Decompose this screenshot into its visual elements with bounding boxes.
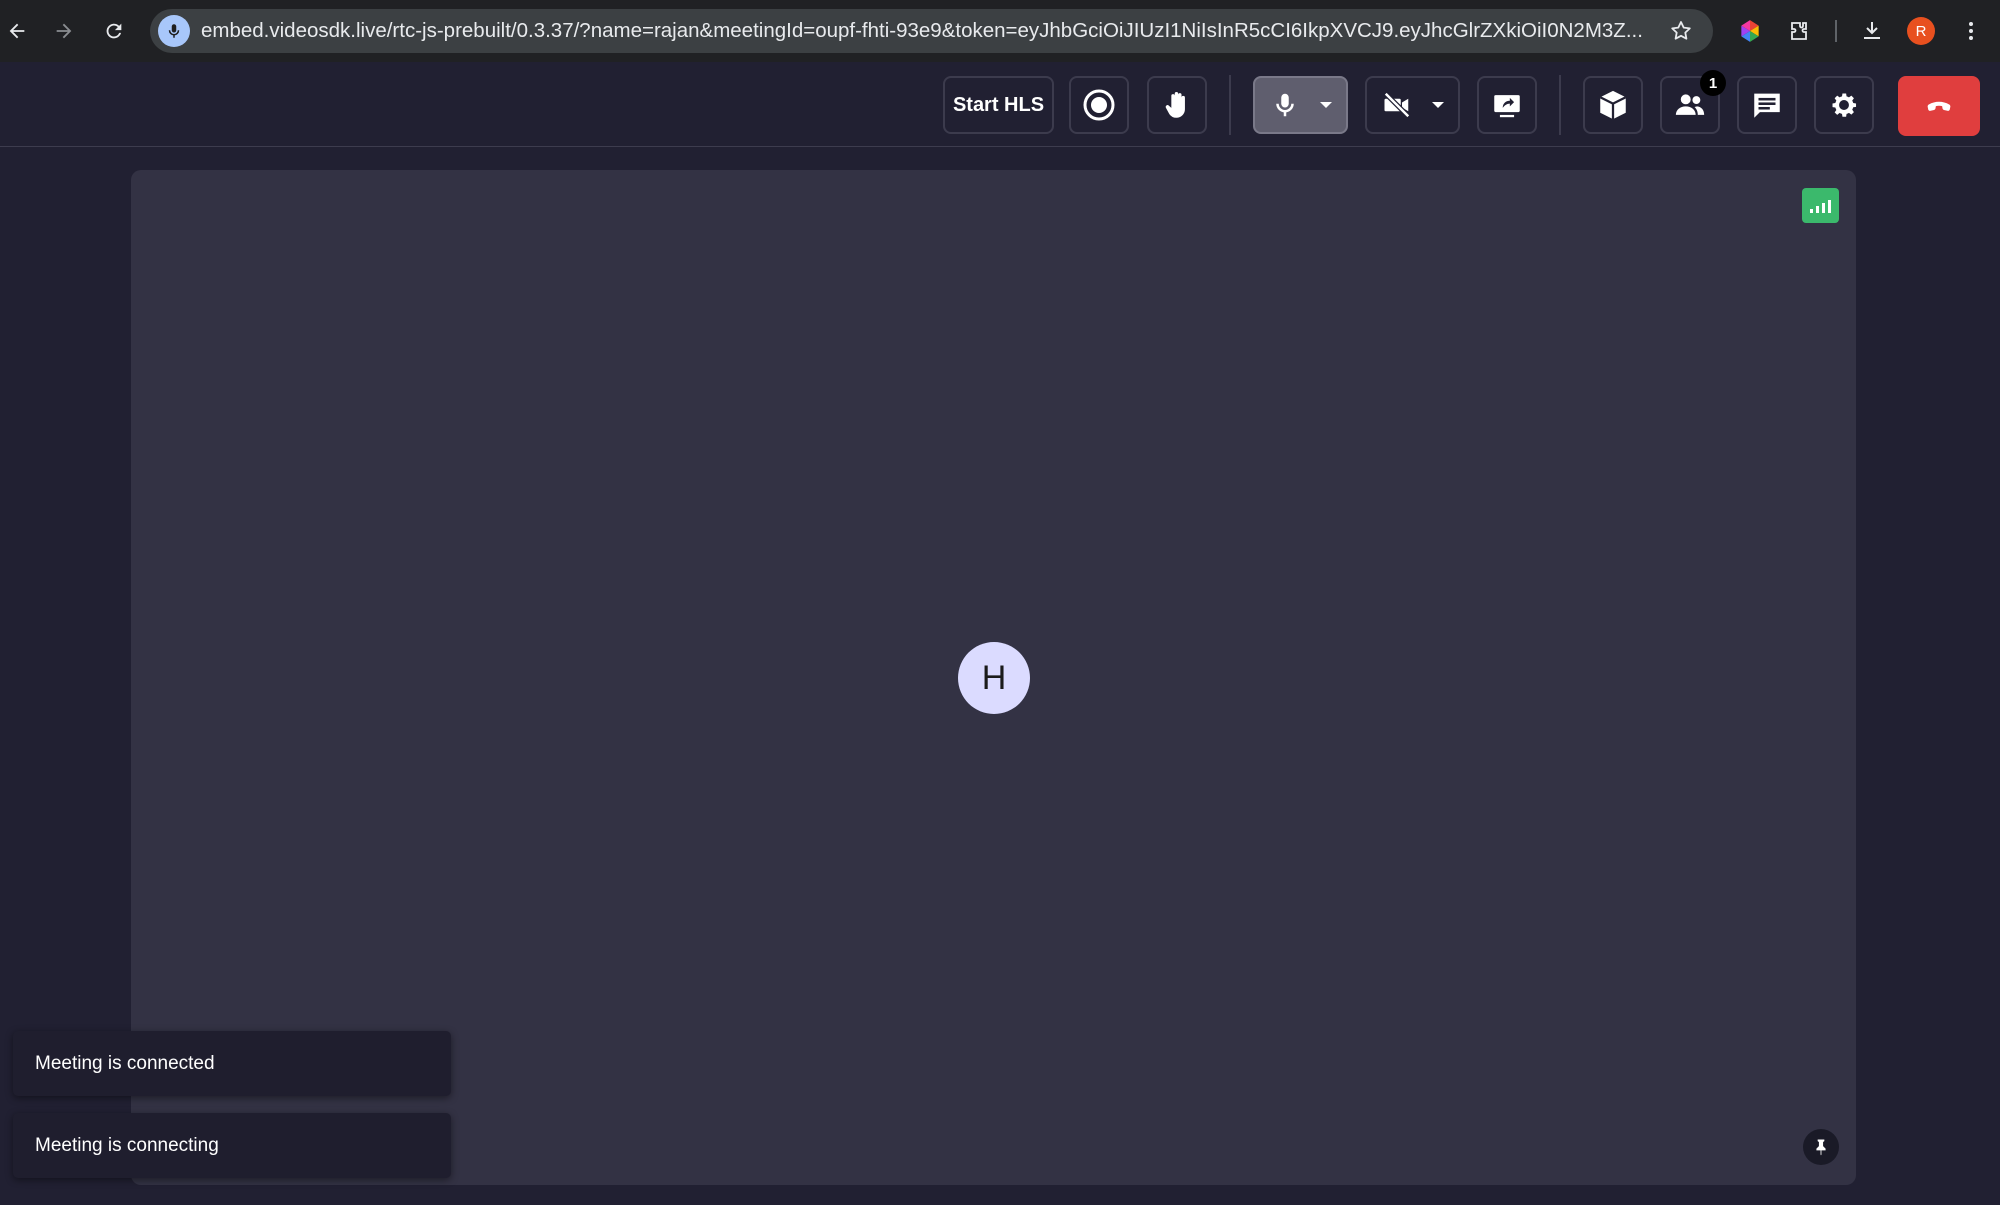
settings-button[interactable] <box>1814 76 1874 134</box>
color-extension-button[interactable] <box>1733 14 1767 48</box>
start-hls-button[interactable]: Start HLS <box>943 76 1054 134</box>
camera-toggle-button[interactable] <box>1365 76 1460 134</box>
participants-count-badge: 1 <box>1700 70 1726 96</box>
participants-icon <box>1675 94 1705 115</box>
settings-icon <box>1832 93 1857 117</box>
meeting-toolbar: Start HLS 1 <box>0 62 2000 147</box>
chat-button[interactable] <box>1737 76 1797 134</box>
network-bar <box>1816 206 1819 213</box>
participant-avatar: H <box>958 642 1030 714</box>
browser-menu-button[interactable] <box>1954 14 1988 48</box>
reload-icon <box>106 23 122 39</box>
raise-hand-icon <box>1165 91 1185 118</box>
screen-share-icon <box>1494 95 1520 118</box>
toast-notification: Meeting is connecting <box>13 1113 451 1178</box>
mic-dropdown-caret[interactable] <box>1319 102 1332 108</box>
cube-icon <box>1599 90 1627 120</box>
pin-button[interactable] <box>1803 1129 1839 1165</box>
mic-permission-icon <box>168 24 180 38</box>
end-call-icon <box>1927 101 1951 111</box>
network-quality-indicator[interactable] <box>1802 188 1839 223</box>
pin-icon <box>1816 1139 1826 1156</box>
extensions-button[interactable] <box>1782 14 1816 48</box>
network-icon <box>1810 209 1813 213</box>
leave-meeting-button[interactable] <box>1898 76 1980 136</box>
participants-button[interactable]: 1 <box>1660 70 1726 134</box>
download-icon <box>1864 22 1880 39</box>
address-bar[interactable]: embed.videosdk.live/rtc-js-prebuilt/0.3.… <box>150 9 1713 53</box>
camera-dropdown-caret[interactable] <box>1431 102 1444 108</box>
toolbar-divider <box>1835 20 1837 42</box>
record-button[interactable] <box>1069 76 1129 134</box>
profile-button[interactable]: R <box>1904 14 1938 48</box>
toast-notification: Meeting is connected <box>13 1031 451 1096</box>
color-wheel-icon <box>1741 20 1759 42</box>
extension-icon <box>1791 22 1807 40</box>
mic-toggle-button[interactable] <box>1253 76 1348 134</box>
network-bar <box>1822 203 1825 213</box>
forward-button[interactable] <box>47 14 81 48</box>
mic-icon <box>1275 93 1294 117</box>
forward-icon <box>56 23 72 39</box>
toolbar-divider <box>1559 75 1561 135</box>
network-bar <box>1828 200 1831 213</box>
downloads-button[interactable] <box>1855 14 1889 48</box>
screen-share-button[interactable] <box>1477 76 1537 134</box>
record-icon <box>1083 89 1115 121</box>
whiteboard-button[interactable] <box>1583 76 1643 134</box>
more-vert-icon <box>1969 22 1973 40</box>
browser-toolbar: embed.videosdk.live/rtc-js-prebuilt/0.3.… <box>0 0 2000 62</box>
mic-permission-chip[interactable] <box>158 15 190 47</box>
back-icon <box>9 23 25 39</box>
star-icon[interactable] <box>1669 19 1693 43</box>
back-button[interactable] <box>0 14 34 48</box>
reload-button[interactable] <box>97 14 131 48</box>
video-off-icon <box>1383 91 1410 119</box>
chat-icon <box>1754 93 1780 118</box>
profile-avatar: R <box>1907 17 1935 45</box>
toolbar-divider <box>1229 75 1231 135</box>
raise-hand-button[interactable] <box>1147 76 1207 134</box>
url-text: embed.videosdk.live/rtc-js-prebuilt/0.3.… <box>201 19 1643 42</box>
